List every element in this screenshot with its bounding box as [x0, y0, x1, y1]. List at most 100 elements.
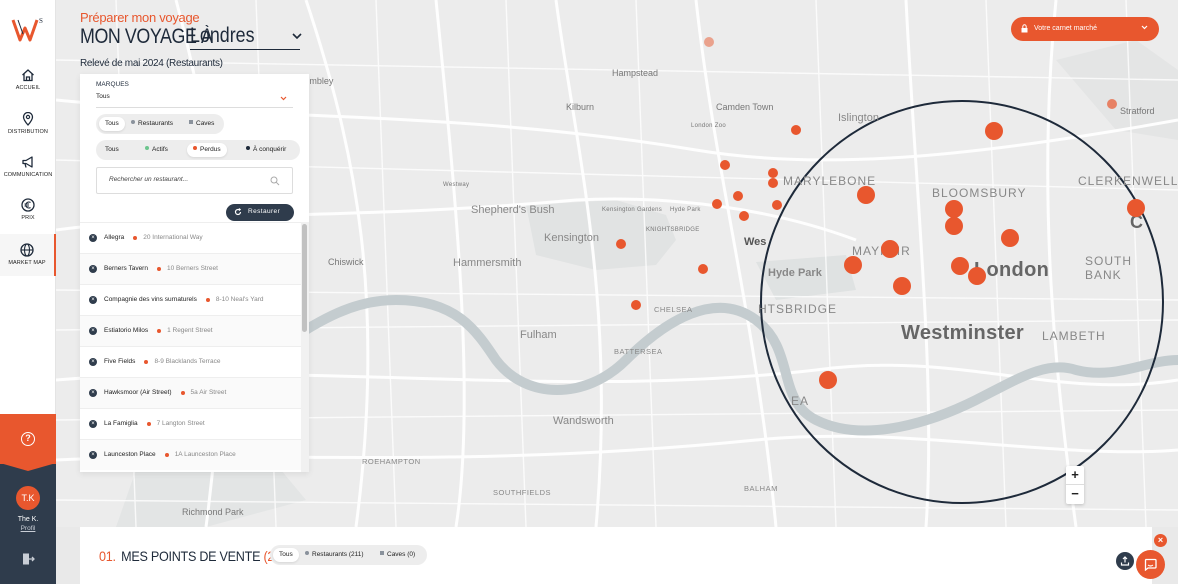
restaurant-marker[interactable] — [1127, 199, 1145, 217]
scrollbar-thumb[interactable] — [302, 224, 307, 332]
list-item[interactable]: × La Famiglia 7 Langton Street — [80, 408, 301, 439]
remove-icon[interactable]: × — [89, 234, 97, 242]
sidebar-item-accueil[interactable]: ACCUEIL — [0, 68, 56, 110]
sidebar-item-market-map[interactable]: MARKET MAP — [0, 234, 56, 276]
sidebar-item-distribution[interactable]: DISTRIBUTION — [0, 112, 56, 154]
restaurant-address: 8-10 Neal's Yard — [215, 296, 264, 303]
restaurant-marker[interactable] — [857, 186, 875, 204]
remove-icon[interactable]: × — [89, 389, 97, 397]
bottom-pill-restaurants[interactable]: Restaurants (211) — [299, 548, 370, 562]
restaurant-address: 5a Air Street — [190, 389, 227, 396]
restaurant-marker[interactable] — [945, 217, 963, 235]
type-pill-caves[interactable]: Caves — [183, 117, 220, 131]
avatar[interactable]: T.K — [16, 486, 40, 510]
bottom-pill-caves[interactable]: Caves (0) — [374, 548, 421, 562]
remove-icon[interactable]: × — [89, 451, 97, 459]
restaurant-marker[interactable] — [631, 300, 641, 310]
section-title-text: MES POINTS DE VENTE — [121, 548, 261, 564]
profile-link[interactable]: Profil — [0, 525, 56, 532]
zoom-out-button[interactable]: − — [1066, 485, 1084, 504]
marques-select[interactable]: Tous — [96, 93, 293, 108]
sidebar-item-label: DISTRIBUTION — [7, 129, 48, 135]
upload-button[interactable] — [1116, 552, 1134, 570]
restaurant-marker[interactable] — [1107, 99, 1117, 109]
carnet-marche-button[interactable]: Votre carnet marché — [1011, 17, 1159, 41]
restaurant-marker[interactable] — [720, 160, 730, 170]
dot-icon — [131, 120, 135, 124]
user-block: T.K The K. Profil — [0, 463, 56, 584]
restaurant-marker[interactable] — [733, 191, 743, 201]
chevron-down-icon — [292, 33, 302, 39]
restaurant-address: 7 Langton Street — [156, 420, 205, 427]
chat-button[interactable] — [1136, 550, 1165, 579]
restaurant-marker[interactable] — [768, 168, 778, 178]
restaurant-marker[interactable] — [712, 199, 722, 209]
remove-icon[interactable]: × — [89, 265, 97, 273]
logout-icon[interactable] — [21, 552, 35, 566]
section-title: 01.MES POINTS DE VENTE (211) — [99, 548, 291, 564]
brand-logo[interactable]: S — [10, 12, 46, 44]
remove-icon[interactable]: × — [89, 420, 97, 428]
restaurant-name: Launceston Place — [104, 451, 156, 458]
city-select[interactable]: Londres — [190, 24, 302, 50]
status-dot-icon — [205, 298, 210, 302]
logo-suffix: S — [39, 17, 43, 25]
help-button[interactable]: ? — [0, 414, 56, 464]
restaurant-marker[interactable] — [819, 371, 837, 389]
restaurant-marker[interactable] — [739, 211, 749, 221]
list-item[interactable]: × Estiatorio Milos 1 Regent Street — [80, 315, 301, 346]
restaurant-name: Estiatorio Milos — [104, 327, 149, 334]
carnet-marche-label: Votre carnet marché — [1034, 25, 1098, 32]
restaurant-marker[interactable] — [704, 37, 714, 47]
type-pill-restaurants[interactable]: Restaurants — [125, 117, 179, 131]
restaurant-marker[interactable] — [772, 200, 782, 210]
status-dot-icon — [144, 360, 149, 364]
square-icon — [380, 551, 384, 555]
restaurant-marker[interactable] — [698, 264, 708, 274]
list-item[interactable]: × Hawksmoor (Air Street) 5a Air Street — [80, 377, 301, 408]
scrollbar[interactable] — [301, 222, 309, 472]
list-item[interactable]: × Allegra 20 International Way — [80, 222, 301, 253]
list-item[interactable]: × Launceston Place 1A Launceston Place — [80, 439, 301, 470]
bottom-pill-tous[interactable]: Tous — [273, 548, 299, 562]
restaurant-marker[interactable] — [985, 122, 1003, 140]
restaurant-marker[interactable] — [893, 277, 911, 295]
close-icon[interactable]: × — [1154, 534, 1167, 547]
list-item[interactable]: × Berners Tavern 10 Berners Street — [80, 253, 301, 284]
restaurant-marker[interactable] — [945, 200, 963, 218]
status-dot-icon — [146, 422, 151, 426]
status-pill-perdus[interactable]: Perdus — [187, 143, 227, 157]
map-pin-icon — [22, 112, 34, 126]
restaurant-marker[interactable] — [844, 256, 862, 274]
restore-button[interactable]: Restaurer — [226, 204, 294, 221]
search-input[interactable] — [109, 176, 259, 183]
status-pill-actifs[interactable]: Actifs — [139, 143, 174, 157]
restaurant-marker[interactable] — [951, 257, 969, 275]
remove-icon[interactable]: × — [89, 327, 97, 335]
marques-select-value: Tous — [96, 93, 110, 100]
restaurant-marker[interactable] — [881, 240, 899, 258]
type-pill-tous[interactable]: Tous — [99, 117, 125, 131]
status-dot-icon — [133, 236, 138, 240]
dot-icon — [246, 146, 250, 150]
restaurant-marker[interactable] — [1001, 229, 1019, 247]
list-item[interactable]: × Five Fields 8-9 Blacklands Terrace — [80, 346, 301, 377]
status-pill-tous[interactable]: Tous — [99, 143, 125, 157]
remove-icon[interactable]: × — [89, 358, 97, 366]
restaurant-name: Berners Tavern — [104, 265, 148, 272]
remove-icon[interactable]: × — [89, 296, 97, 304]
status-filter: Tous Actifs Perdus À conquérir — [96, 140, 300, 160]
chevron-down-icon — [1141, 25, 1148, 30]
list-item[interactable]: × Compagnie des vins surnaturels 8-10 Neal… — [80, 284, 301, 315]
restaurant-marker[interactable] — [768, 178, 778, 188]
restaurant-name: La Famiglia — [104, 420, 138, 427]
user-name: The K. — [17, 516, 39, 523]
restaurant-marker[interactable] — [968, 267, 986, 285]
chevron-down-icon — [280, 96, 287, 101]
sidebar: S ACCUEIL DISTRIBUTION COMMUNICATION PRI… — [0, 0, 56, 584]
restaurant-marker[interactable] — [791, 125, 801, 135]
sidebar-item-communication[interactable]: COMMUNICATION — [0, 155, 56, 197]
zoom-in-button[interactable]: + — [1066, 466, 1084, 485]
restaurant-marker[interactable] — [616, 239, 626, 249]
status-pill-a-conquerir[interactable]: À conquérir — [240, 143, 292, 157]
